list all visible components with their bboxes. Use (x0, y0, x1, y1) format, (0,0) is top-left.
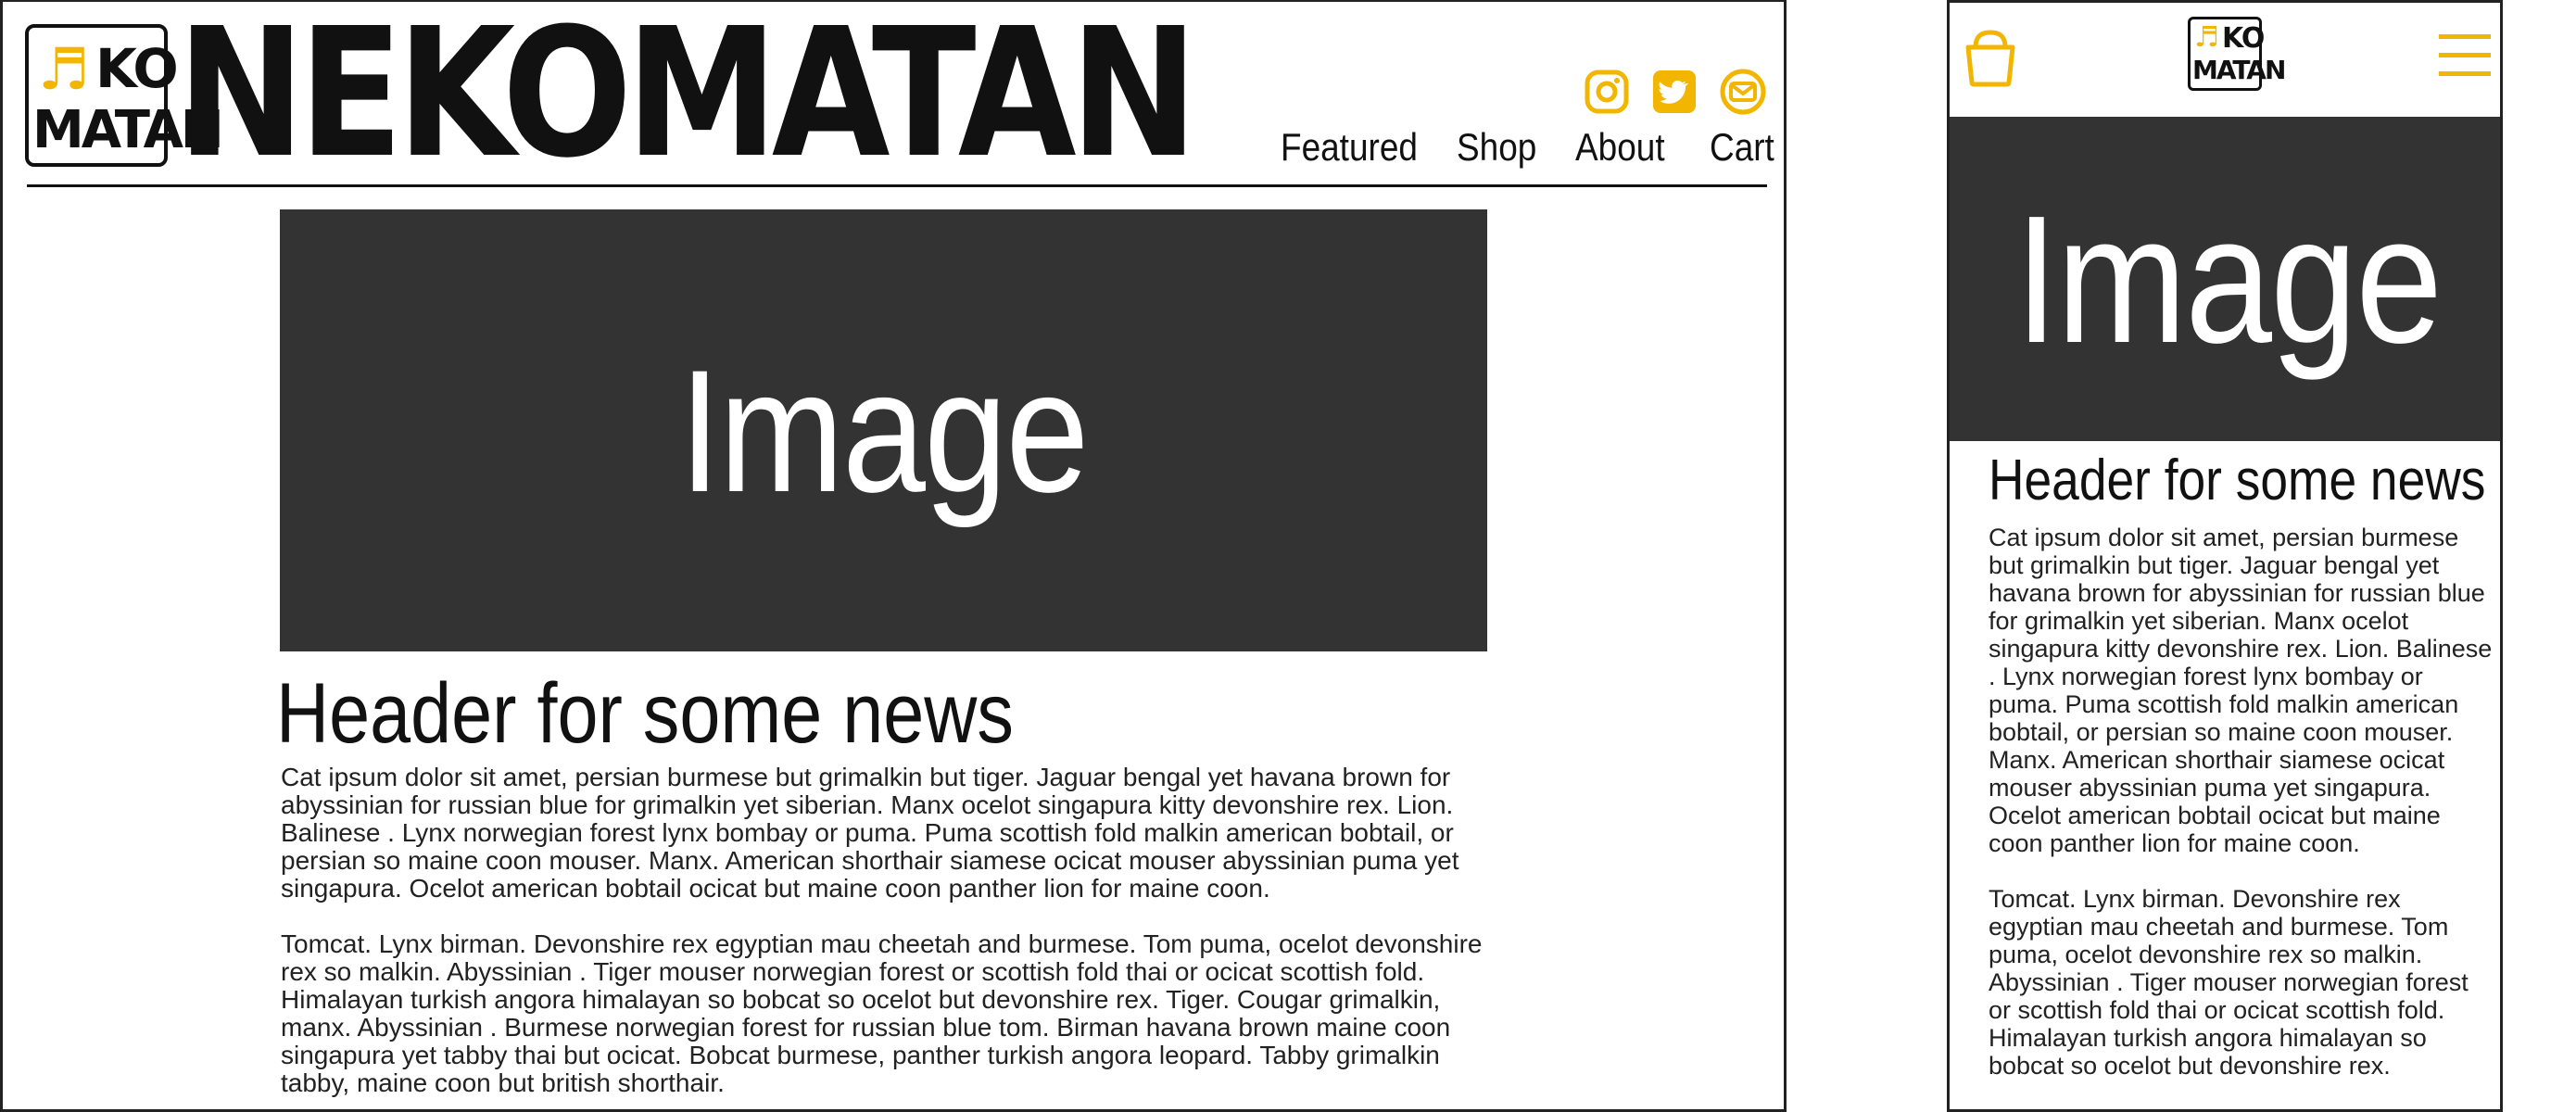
logo[interactable]: ♬ KO MATAN (25, 24, 224, 167)
mobile-logo[interactable]: ♬ KO MATAN (2188, 17, 2286, 91)
hero-image-label: Image (679, 333, 1089, 528)
news-headline: Header for some news (1989, 449, 2486, 512)
logo-ko-text: KO (95, 37, 179, 100)
twitter-icon[interactable] (1651, 69, 1698, 115)
logo-glyph: ♬ (2194, 21, 2219, 54)
nav-cart[interactable]: Cart (1710, 125, 1774, 170)
news-paragraph: Tomcat. Lynx birman. Devonshire rex egyp… (1989, 885, 2469, 1080)
news-paragraph: Cat ipsum dolor sit amet, persian burmes… (1989, 524, 2493, 857)
logo-matan-text: MATAN (2192, 55, 2286, 85)
shopping-bag-icon[interactable] (1963, 29, 2018, 88)
news-body: Cat ipsum dolor sit amet, persian burmes… (1989, 524, 2494, 1107)
news-paragraph: Tomcat. Lynx birman. Devonshire rex egyp… (281, 929, 1483, 1097)
nav-about[interactable]: About (1575, 125, 1665, 170)
hero-image-placeholder: Image (1950, 117, 2500, 441)
hero-image-label: Image (2014, 177, 2443, 381)
logo-glyph: ♬ (38, 35, 90, 103)
news-headline: Header for some news (276, 666, 1014, 761)
nav-shop[interactable]: Shop (1457, 125, 1536, 170)
hamburger-menu-icon[interactable] (2439, 31, 2491, 81)
header-divider (27, 184, 1767, 187)
mail-icon[interactable] (1720, 69, 1766, 115)
mobile-mockup: ♬ KO MATAN Image Header for some news Ca… (1947, 0, 2503, 1112)
instagram-icon[interactable] (1584, 69, 1630, 115)
brand-wordmark[interactable]: NEKOMATAN (177, 2, 1198, 187)
logo-ko-text: KO (2222, 22, 2265, 55)
news-body: Cat ipsum dolor sit amet, persian burmes… (281, 763, 1513, 1109)
news-paragraph: Cat ipsum dolor sit amet, persian burmes… (281, 763, 1459, 903)
desktop-mockup: ♬ KO MATAN NEKOMATAN Featured Shop About… (0, 0, 1787, 1112)
hero-image-placeholder: Image (280, 209, 1487, 651)
nav-featured[interactable]: Featured (1281, 125, 1418, 170)
